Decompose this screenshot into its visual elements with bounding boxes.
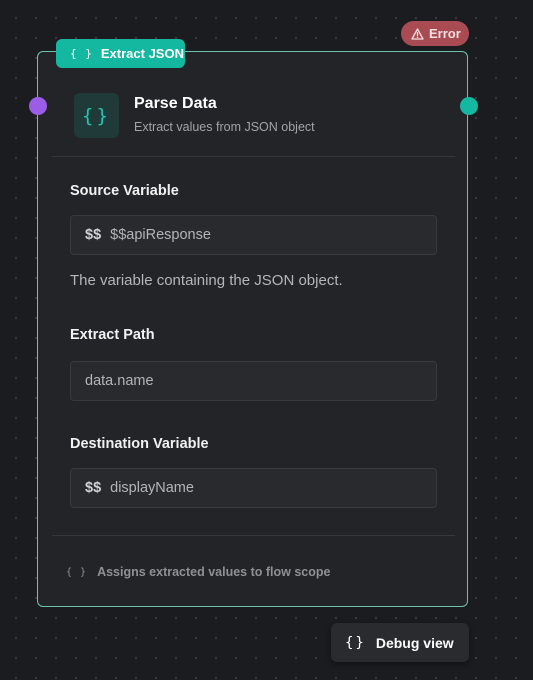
node-subtitle: Extract values from JSON object bbox=[134, 120, 315, 134]
json-braces-icon: {} bbox=[74, 93, 119, 138]
destination-variable-label: Destination Variable bbox=[70, 436, 209, 452]
output-port[interactable] bbox=[460, 97, 478, 115]
error-status-label: Error bbox=[429, 26, 461, 41]
node-title: Parse Data bbox=[134, 95, 217, 112]
variable-prefix-icon: $$ bbox=[85, 227, 102, 243]
braces-icon: { } bbox=[70, 47, 93, 60]
debug-view-button[interactable]: {} Debug view bbox=[331, 623, 469, 662]
source-variable-help: The variable containing the JSON object. bbox=[70, 272, 343, 289]
variable-prefix-icon: $$ bbox=[85, 480, 102, 496]
source-variable-label: Source Variable bbox=[70, 183, 179, 199]
extract-path-label: Extract Path bbox=[70, 327, 155, 343]
node-type-label: Extract JSON bbox=[100, 46, 184, 61]
destination-variable-value: displayName bbox=[110, 480, 194, 496]
extract-path-input[interactable]: data.name bbox=[70, 361, 437, 401]
node-type-badge: { } Extract JSON bbox=[56, 39, 185, 68]
extract-path-value: data.name bbox=[85, 373, 154, 389]
error-status-badge[interactable]: Error bbox=[401, 21, 469, 46]
header-divider bbox=[52, 156, 455, 157]
source-variable-input[interactable]: $$ $$apiResponse bbox=[70, 215, 437, 255]
braces-icon: {} bbox=[345, 634, 366, 651]
footer-divider bbox=[52, 535, 455, 536]
source-variable-value: $$apiResponse bbox=[110, 227, 211, 243]
warning-triangle-icon bbox=[411, 27, 424, 40]
destination-variable-input[interactable]: $$ displayName bbox=[70, 468, 437, 508]
footer-note: { } Assigns extracted values to flow sco… bbox=[66, 565, 330, 579]
debug-view-label: Debug view bbox=[375, 634, 454, 651]
input-port[interactable] bbox=[29, 97, 47, 115]
braces-icon: { } bbox=[66, 566, 88, 578]
footer-note-text: Assigns extracted values to flow scope bbox=[97, 565, 331, 579]
